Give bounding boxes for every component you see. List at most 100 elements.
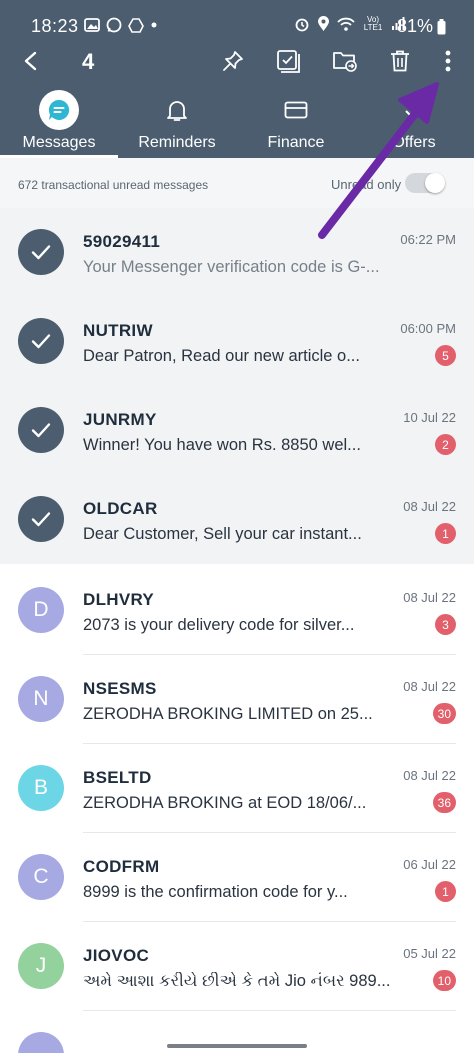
battery-icon: [437, 18, 446, 34]
avatar-initial: C: [33, 865, 49, 888]
tab-messages[interactable]: Messages: [0, 86, 118, 158]
tab-label: Reminders: [138, 134, 216, 151]
category-tabs: Messages Reminders Finance Offers: [0, 86, 474, 158]
selected-check-avatar[interactable]: [18, 318, 64, 364]
message-row[interactable]: N NSESMS ZERODHA BROKING LIMITED on 25... 0…: [0, 655, 474, 744]
selected-check-avatar[interactable]: [18, 496, 64, 542]
sender-name: CODFRM: [83, 857, 160, 876]
card-icon: [284, 101, 308, 119]
message-row[interactable]: B BSELTD ZERODHA BROKING at EOD 18/06/... 0…: [0, 744, 474, 833]
back-button[interactable]: [15, 46, 45, 76]
selection-toolbar: 4: [0, 40, 474, 82]
contact-avatar[interactable]: D: [18, 587, 64, 633]
home-indicator: [167, 1044, 307, 1048]
avatar-initial: N: [33, 687, 49, 710]
message-time: 06:22 PM: [400, 232, 456, 247]
message-preview: ZERODHA BROKING LIMITED on 25...: [83, 705, 373, 723]
sender-name: BSELTD: [83, 768, 152, 787]
unread-badge: 10: [432, 970, 456, 991]
wifi-icon: [337, 17, 355, 31]
unread-badge: 1: [435, 881, 456, 902]
tab-label: Finance: [267, 134, 325, 151]
system-icons: Vo) LTE1: [294, 16, 405, 32]
message-preview: Dear Patron, Read our new article o...: [83, 347, 360, 365]
message-row[interactable]: JUNRMY Winner! You have won Rs. 8850 wel.…: [0, 386, 474, 475]
gallery-icon: [84, 18, 100, 32]
message-preview: 2073 is your delivery code for silver...: [83, 616, 355, 634]
contact-avatar[interactable]: C: [18, 854, 64, 900]
message-list: 59029411 Your Messenger verification code…: [0, 208, 474, 1053]
selected-check-avatar[interactable]: [18, 229, 64, 275]
unread-count-text: 672 transactional unread messages: [18, 178, 209, 192]
message-time: 06:00 PM: [400, 321, 456, 336]
message-time: 10 Jul 22: [403, 410, 456, 425]
message-preview: Winner! You have won Rs. 8850 wel...: [83, 436, 361, 454]
unread-only-label: Unread only: [331, 177, 402, 192]
message-time: 05 Jul 22: [403, 946, 456, 961]
message-row[interactable]: J JIOVOC અમે આશા કરીયે છીએ કે તમે Jio નંબર…: [0, 922, 474, 1011]
message-preview: Dear Customer, Sell your car instant...: [83, 525, 362, 543]
message-time: 08 Jul 22: [403, 768, 456, 783]
contact-avatar[interactable]: [18, 1032, 64, 1053]
message-preview: 8999 is the confirmation code for y...: [83, 883, 348, 901]
select-all-button[interactable]: [273, 46, 303, 76]
checkmark-icon: [31, 245, 51, 260]
message-row[interactable]: 59029411 Your Messenger verification code…: [0, 208, 474, 297]
checkmark-icon: [31, 512, 51, 527]
network-type: Vo) LTE1: [363, 15, 383, 32]
sender-name: DLHVRY: [83, 590, 155, 609]
check-icon: [405, 102, 423, 119]
sender-name: NSESMS: [83, 679, 157, 698]
battery-percent: 81%: [397, 16, 434, 36]
sender-name: 59029411: [83, 232, 161, 251]
message-time: 08 Jul 22: [403, 499, 456, 514]
back-arrow-icon: [24, 51, 37, 71]
tab-icon-wrap: [394, 90, 434, 130]
message-row[interactable]: D DLHVRY 2073 is your delivery code for si…: [0, 566, 474, 655]
tab-icon-wrap: [39, 90, 79, 130]
unread-badge: 3: [435, 614, 456, 635]
sender-name: OLDCAR: [83, 499, 158, 518]
delete-icon: [391, 50, 409, 72]
message-row[interactable]: OLDCAR Dear Customer, Sell your car insta…: [0, 475, 474, 564]
tab-label: Offers: [392, 134, 436, 151]
status-time: 18:23: [31, 16, 79, 36]
bell-icon: [167, 101, 187, 121]
unread-badge: 36: [432, 792, 456, 813]
avatar-initial: B: [33, 776, 48, 799]
contact-avatar[interactable]: B: [18, 765, 64, 811]
contact-avatar[interactable]: J: [18, 943, 64, 989]
move-folder-button[interactable]: [330, 46, 360, 76]
notification-icons: [84, 17, 158, 33]
tab-label: Messages: [22, 134, 96, 151]
message-row[interactable]: NUTRIW Dear Patron, Read our new article …: [0, 297, 474, 386]
more-options-icon: [445, 50, 451, 72]
checkmark-icon: [31, 334, 51, 349]
summary-bar: 672 transactional unread messages Unread…: [0, 158, 474, 208]
message-preview: Your Messenger verification code is G-..…: [83, 258, 380, 276]
selected-check-avatar[interactable]: [18, 407, 64, 453]
sender-name: NUTRIW: [83, 321, 153, 340]
sender-name: JUNRMY: [83, 410, 157, 429]
tab-icon-wrap: [157, 90, 197, 130]
alarm-icon: [295, 18, 309, 32]
tab-reminders[interactable]: Reminders: [118, 86, 236, 158]
pin-icon: [223, 51, 243, 71]
tab-finance[interactable]: Finance: [237, 86, 355, 158]
tab-icon-wrap: [276, 90, 316, 130]
drive-icon: [128, 17, 144, 33]
tab-offers[interactable]: Offers: [355, 86, 473, 158]
message-row[interactable]: C CODFRM 8999 is the confirmation code for…: [0, 833, 474, 922]
message-time: 06 Jul 22: [403, 857, 456, 872]
delete-button[interactable]: [385, 46, 415, 76]
toggle-knob: [425, 173, 445, 193]
checkmark-icon: [31, 423, 51, 438]
pin-button[interactable]: [218, 46, 248, 76]
whatsapp-icon: [106, 17, 122, 33]
avatar-initial: J: [35, 954, 47, 977]
unread-badge: 30: [432, 703, 456, 724]
more-options-button[interactable]: [433, 46, 463, 76]
location-icon: [318, 16, 329, 31]
contact-avatar[interactable]: N: [18, 676, 64, 722]
unread-only-toggle[interactable]: [405, 173, 445, 193]
